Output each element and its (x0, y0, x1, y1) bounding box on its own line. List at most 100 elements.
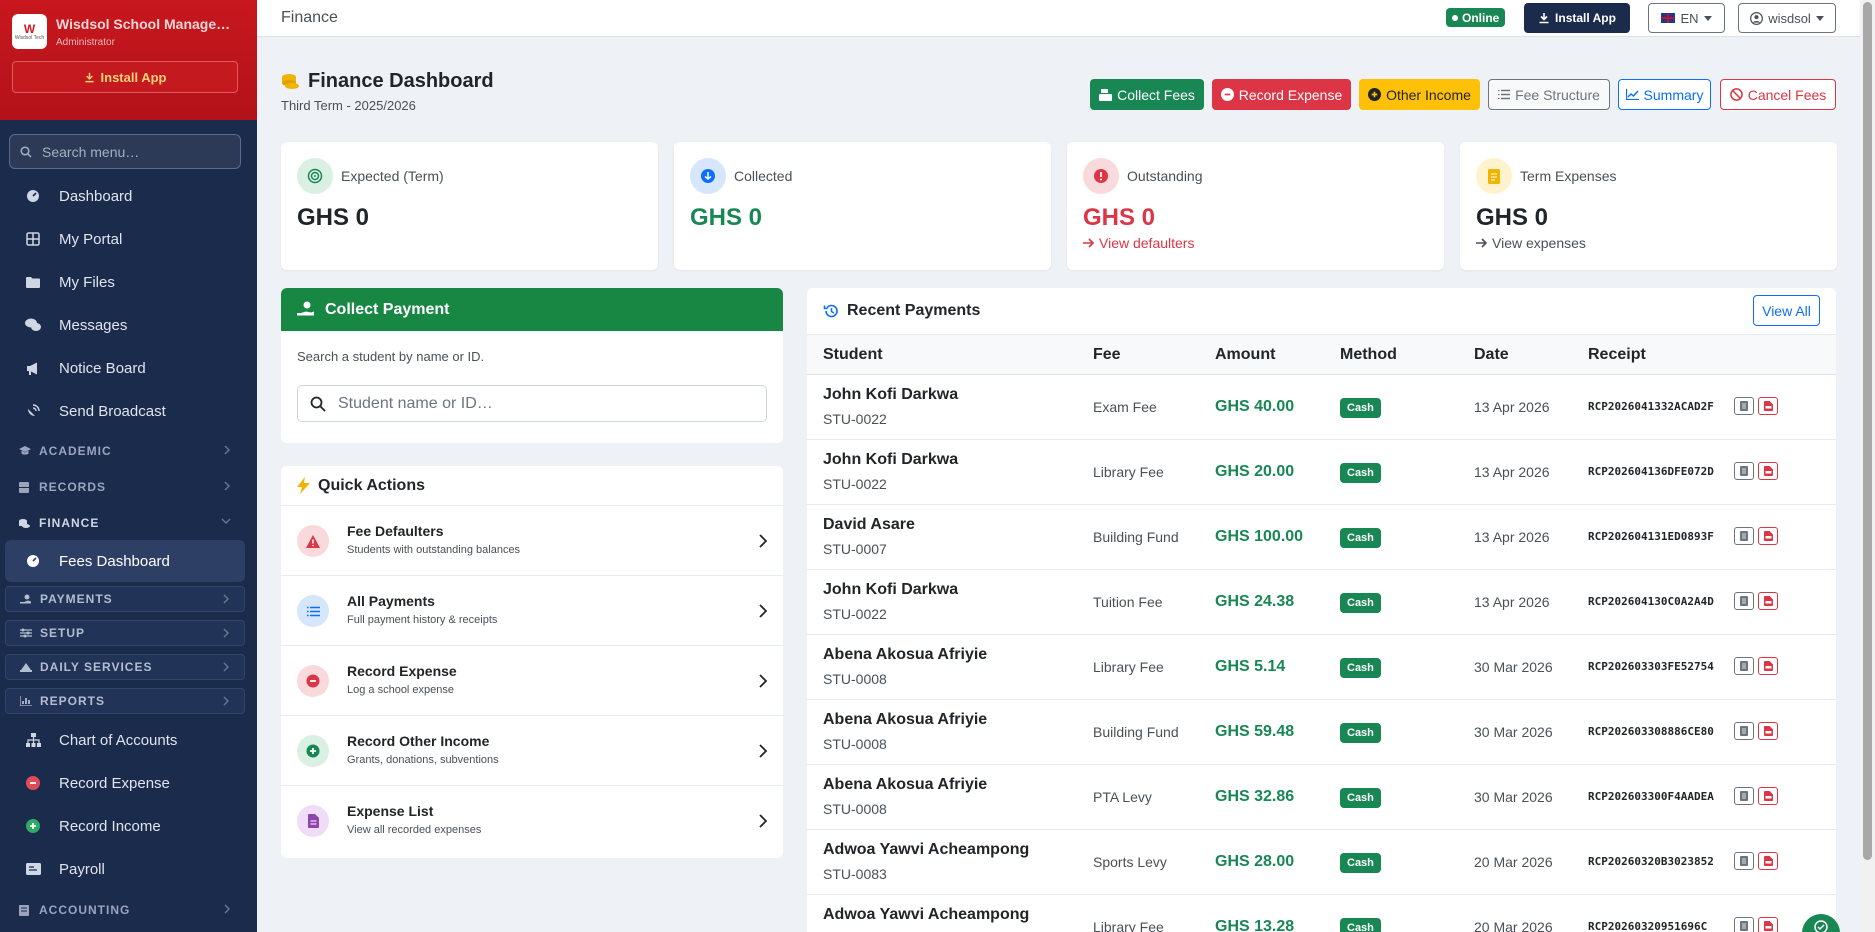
table-row[interactable]: John Kofi Darkwa STU-0022 Tuition Fee GHS 2… (807, 570, 1836, 635)
button-label: Collect Fees (1117, 86, 1195, 103)
sidebar-section-academic[interactable]: ACADEMIC (5, 438, 245, 464)
logo-subtext: Wisdsol Tech (14, 34, 45, 41)
column-header-fee[interactable]: Fee (1093, 346, 1121, 364)
scrollbar-thumb[interactable] (1863, 2, 1872, 860)
file-alt-icon (297, 805, 329, 837)
pdf-receipt-button[interactable] (1758, 852, 1778, 870)
column-header-student[interactable]: Student (823, 346, 883, 364)
collect-fees-button[interactable]: Collect Fees (1090, 79, 1204, 110)
table-row[interactable]: John Kofi Darkwa STU-0022 Library Fee GHS 2… (807, 440, 1836, 505)
student-search-field[interactable] (297, 385, 767, 422)
fee-type: Library Fee (1093, 919, 1164, 932)
sidebar-item-my-files[interactable]: My Files (5, 261, 245, 303)
sidebar-item-my-portal[interactable]: My Portal (5, 218, 245, 260)
student-name[interactable]: Adwoa Yawvi Acheampong (823, 906, 1029, 924)
pdf-receipt-button[interactable] (1758, 527, 1778, 545)
sidebar-install-app-button[interactable]: Install App (12, 61, 238, 93)
sidebar-item-notice-board[interactable]: Notice Board (5, 347, 245, 389)
table-row[interactable]: David Asare STU-0007 Building Fund GHS 100.… (807, 505, 1836, 570)
table-row[interactable]: Abena Akosua Afriyie STU-0008 Library Fee G… (807, 635, 1836, 700)
pdf-receipt-button[interactable] (1758, 722, 1778, 740)
other-income-button[interactable]: Other Income (1359, 79, 1480, 110)
student-name[interactable]: David Asare (823, 516, 915, 534)
sidebar-section-reports[interactable]: REPORTS (5, 688, 245, 714)
page-scrollbar[interactable] (1860, 0, 1875, 932)
student-name[interactable]: John Kofi Darkwa (823, 581, 958, 599)
quick-action-desc: View all recorded expenses (347, 824, 482, 836)
sidebar-section-finance[interactable]: FINANCE (5, 510, 245, 536)
sidebar-section-daily-services[interactable]: DAILY SERVICES (5, 654, 245, 680)
table-row[interactable]: Abena Akosua Afriyie STU-0008 PTA Levy GHS … (807, 765, 1836, 830)
view-receipt-button[interactable] (1734, 852, 1754, 870)
button-label: Other Income (1386, 86, 1471, 103)
pdf-receipt-button[interactable] (1758, 917, 1778, 932)
sidebar-item-dashboard[interactable]: Dashboard (5, 175, 245, 217)
sidebar-search[interactable] (9, 134, 241, 169)
view-receipt-button[interactable] (1734, 592, 1754, 610)
quick-action-all-payments[interactable]: All Payments Full payment history & rece… (281, 576, 783, 646)
collect-payment-header: Collect Payment (281, 288, 783, 331)
stat-value: GHS 0 (1083, 204, 1156, 231)
student-search-input[interactable] (338, 394, 758, 413)
sidebar-item-fees-dashboard[interactable]: Fees Dashboard (5, 540, 245, 582)
pdf-receipt-button[interactable] (1758, 657, 1778, 675)
view-defaulters-link[interactable]: View defaulters (1083, 235, 1194, 251)
view-receipt-button[interactable] (1734, 462, 1754, 480)
view-receipt-button[interactable] (1734, 787, 1754, 805)
sidebar-section-setup[interactable]: SETUP (5, 620, 245, 646)
record-expense-button[interactable]: Record Expense (1212, 79, 1351, 110)
sidebar-section-accounting[interactable]: ACCOUNTING (5, 897, 245, 923)
view-receipt-button[interactable] (1734, 657, 1754, 675)
student-name[interactable]: Adwoa Yawvi Acheampong (823, 841, 1029, 859)
minus-circle-icon (297, 665, 329, 697)
quick-action-record-expense[interactable]: Record Expense Log a school expense (281, 646, 783, 716)
fee-structure-button[interactable]: Fee Structure (1488, 79, 1610, 110)
brand[interactable]: W Wisdsol Tech Wisdsol School Management… (12, 14, 245, 49)
file-pdf-icon (1763, 791, 1773, 801)
view-expenses-link[interactable]: View expenses (1476, 235, 1586, 251)
sidebar-item-send-broadcast[interactable]: Send Broadcast (5, 390, 245, 432)
sidebar-search-input[interactable] (42, 143, 232, 160)
summary-button[interactable]: Summary (1618, 79, 1711, 110)
sidebar-item-payroll[interactable]: Payroll (5, 848, 245, 890)
sidebar-item-messages[interactable]: Messages (5, 304, 245, 346)
view-receipt-button[interactable] (1734, 917, 1754, 932)
pdf-receipt-button[interactable] (1758, 462, 1778, 480)
pdf-receipt-button[interactable] (1758, 787, 1778, 805)
language-dropdown[interactable]: EN (1648, 3, 1725, 33)
column-header-receipt[interactable]: Receipt (1588, 346, 1646, 364)
view-receipt-button[interactable] (1734, 722, 1754, 740)
student-name[interactable]: John Kofi Darkwa (823, 386, 958, 404)
topbar-install-app-button[interactable]: Install App (1524, 3, 1630, 33)
view-receipt-button[interactable] (1734, 397, 1754, 415)
quick-action-fee-defaulters[interactable]: Fee Defaulters Students with outstanding… (281, 506, 783, 576)
column-header-date[interactable]: Date (1474, 346, 1509, 364)
quick-action-record-other-income[interactable]: Record Other Income Grants, donations, s… (281, 716, 783, 786)
table-row[interactable]: Adwoa Yawvi Acheampong STU-0083 Sports Lev… (807, 830, 1836, 895)
table-row[interactable]: Adwoa Yawvi Acheampong Library Fee GHS 13.… (807, 895, 1836, 932)
student-name[interactable]: Abena Akosua Afriyie (823, 711, 987, 729)
pdf-receipt-button[interactable] (1758, 397, 1778, 415)
section-label: RECORDS (39, 480, 107, 494)
table-row[interactable]: Abena Akosua Afriyie STU-0008 Building Fun… (807, 700, 1836, 765)
sidebar-item-record-expense[interactable]: Record Expense (5, 762, 245, 804)
table-row[interactable]: John Kofi Darkwa STU-0022 Exam Fee GHS 40.0… (807, 375, 1836, 440)
sidebar-item-chart-of-accounts[interactable]: Chart of Accounts (5, 719, 245, 761)
column-header-amount[interactable]: Amount (1215, 346, 1275, 364)
cancel-fees-button[interactable]: Cancel Fees (1720, 79, 1836, 110)
pdf-receipt-button[interactable] (1758, 592, 1778, 610)
user-menu-dropdown[interactable]: wisdsol (1738, 3, 1836, 33)
sidebar-section-payments[interactable]: PAYMENTS (5, 586, 245, 612)
receipt-number: RCP20260320B3023852 (1588, 855, 1714, 868)
view-receipt-button[interactable] (1734, 527, 1754, 545)
student-name[interactable]: Abena Akosua Afriyie (823, 776, 987, 794)
dashboard-gauge-icon (25, 188, 41, 204)
student-name[interactable]: John Kofi Darkwa (823, 451, 958, 469)
quick-action-expense-list[interactable]: Expense List View all recorded expenses (281, 786, 783, 856)
student-name[interactable]: Abena Akosua Afriyie (823, 646, 987, 664)
receipt-number: RCP202604131ED0893F (1588, 530, 1714, 543)
sidebar-section-records[interactable]: RECORDS (5, 474, 245, 500)
column-header-method[interactable]: Method (1340, 346, 1397, 364)
sidebar-item-record-income[interactable]: Record Income (5, 805, 245, 847)
view-all-button[interactable]: View All (1753, 295, 1820, 326)
